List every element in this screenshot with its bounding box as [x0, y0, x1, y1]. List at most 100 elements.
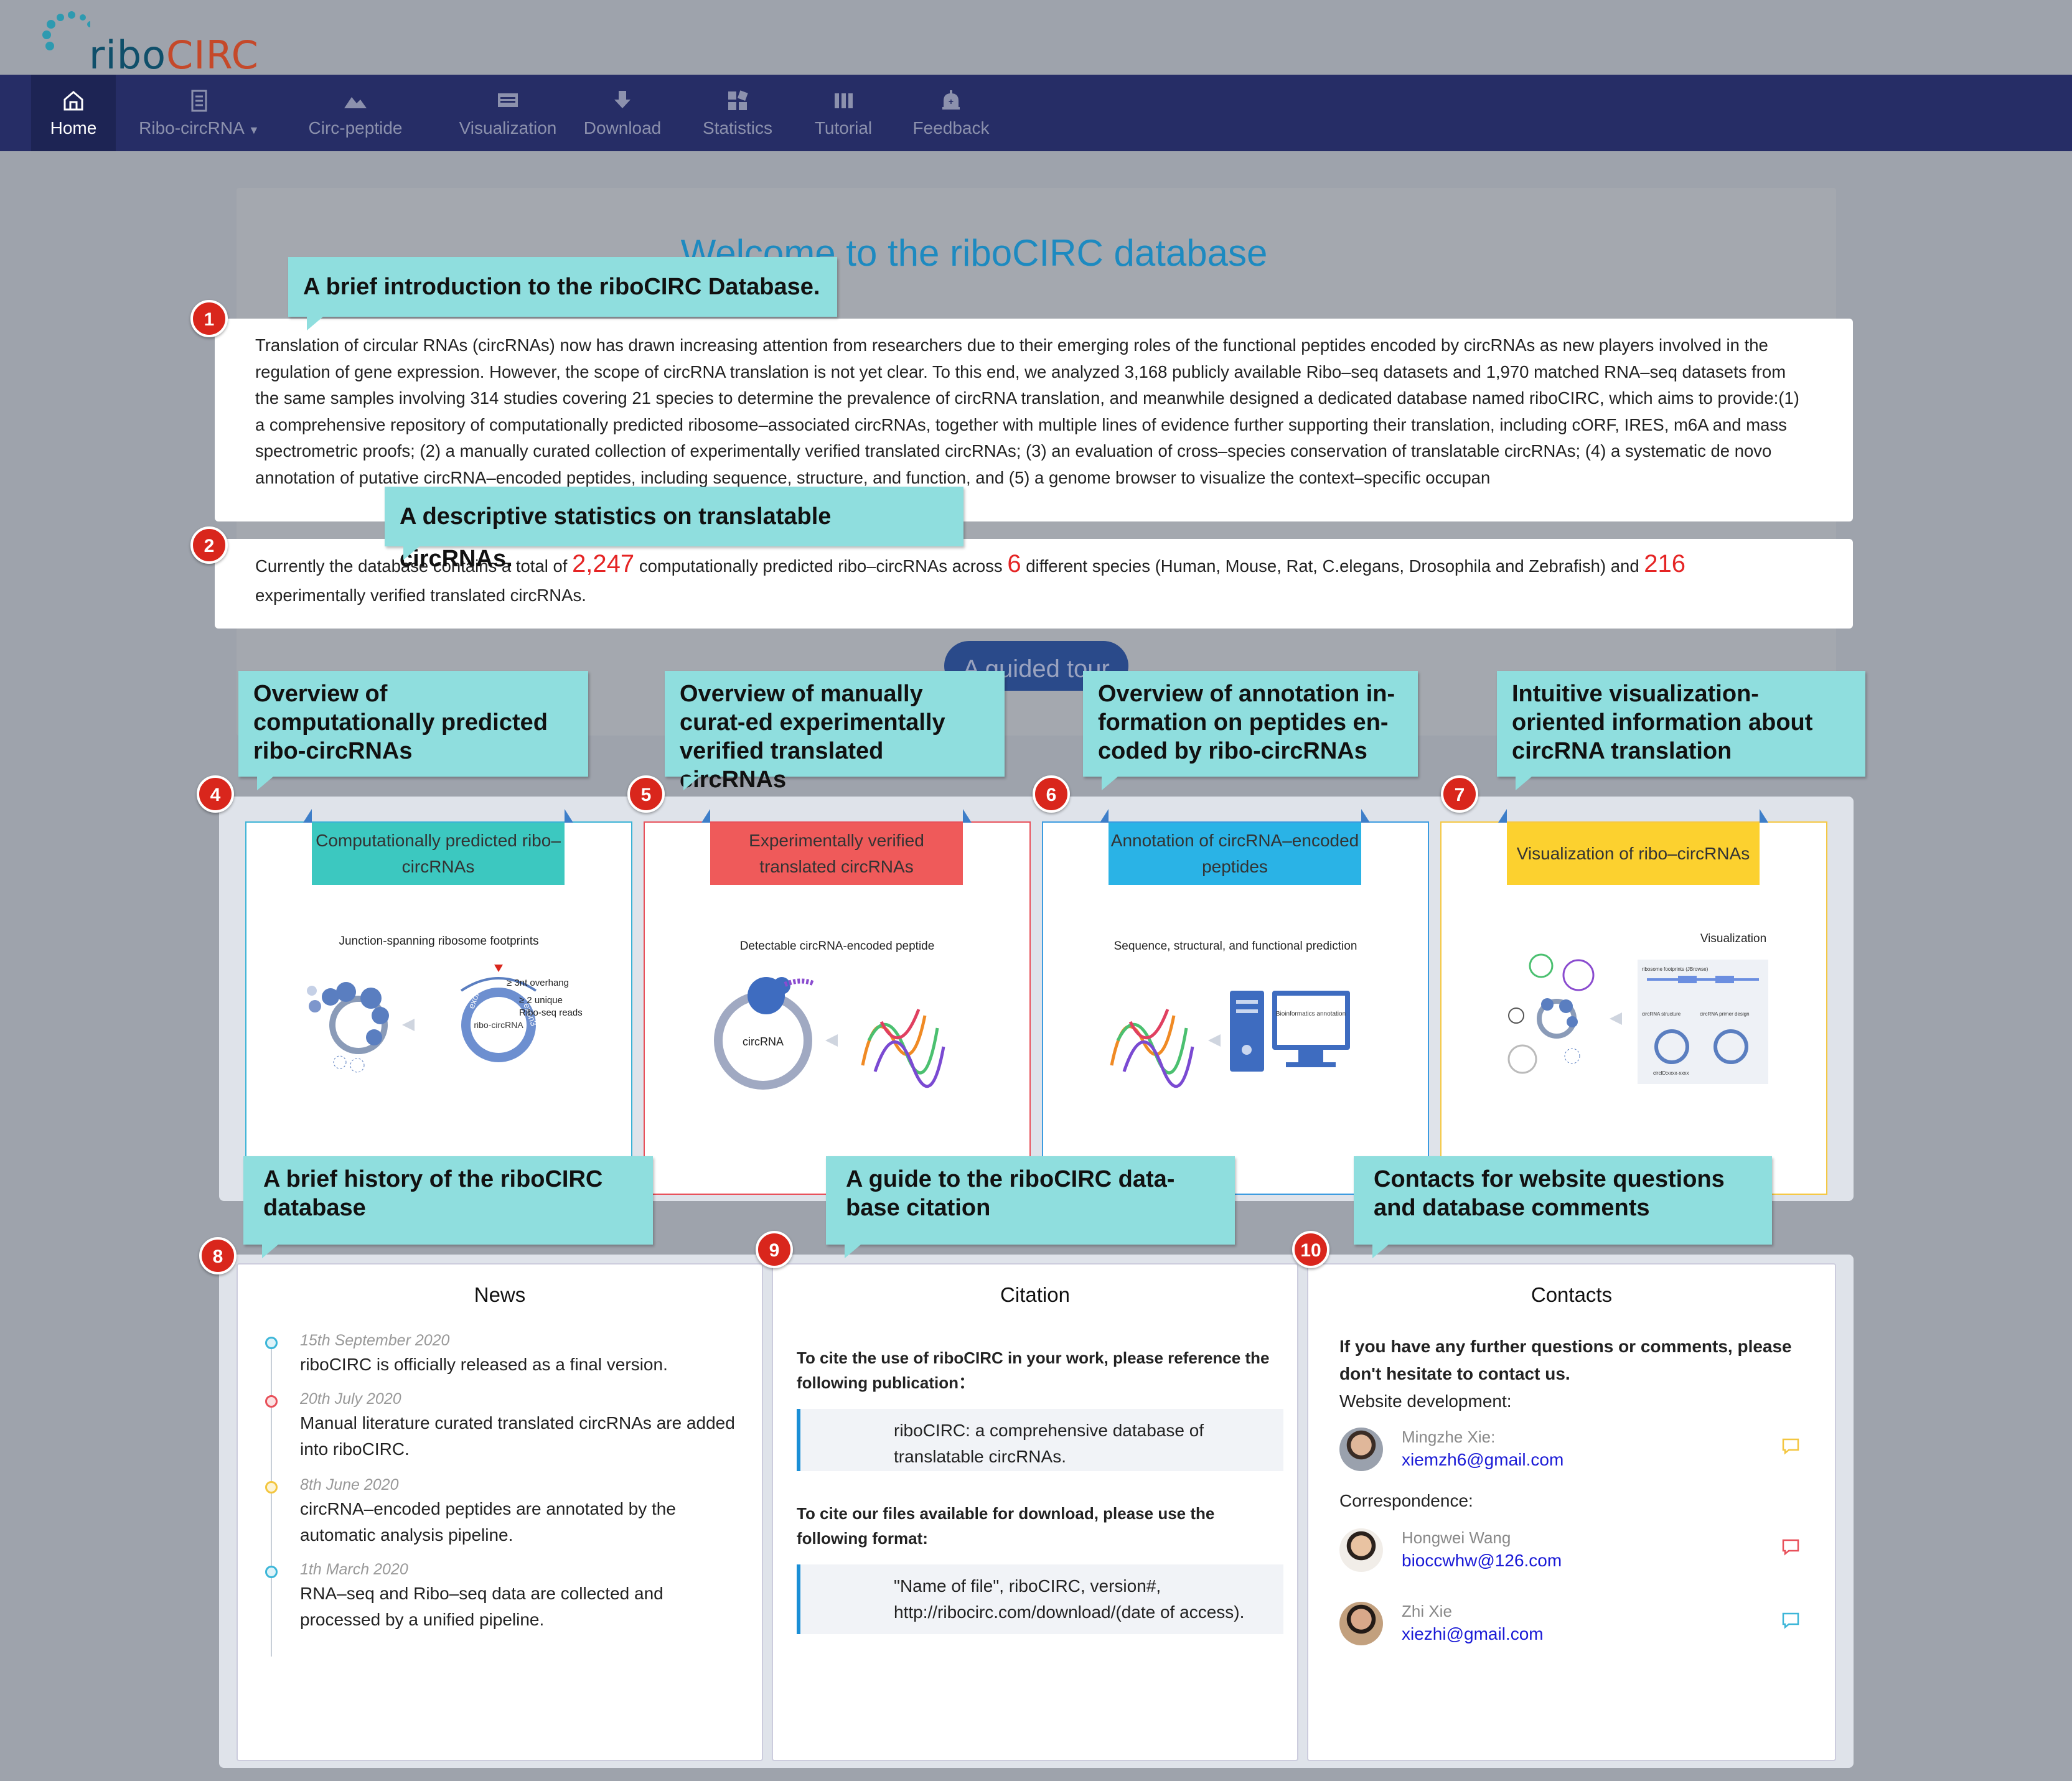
document-icon — [191, 90, 207, 111]
nav-feedback-label: Feedback — [912, 118, 990, 138]
news-text-4: RNA–seq and Ribo–seq data are collected … — [300, 1584, 663, 1629]
card-verified-title: Experimentally verified translated circR… — [701, 809, 972, 885]
contact-name-1: Mingzhe Xie: — [1402, 1428, 1496, 1446]
contacts-dev-label: Website development: — [1339, 1391, 1512, 1411]
nav-download[interactable]: Download — [579, 75, 666, 151]
card-verified-caption: Detectable circRNA-encoded peptide — [739, 940, 935, 953]
stats-count-species: 6 — [1007, 550, 1021, 577]
news-date-4: 1th March 2020 — [300, 1561, 408, 1578]
download-icon — [614, 90, 631, 108]
callout-stats: A descriptive statistics on translatable… — [385, 487, 963, 572]
news-text-3: circRNA–encoded peptides are annotated b… — [300, 1499, 676, 1545]
monitor-icon — [498, 93, 518, 107]
stats-mid2: different species (Human, Mouse, Rat, C.… — [1026, 556, 1639, 576]
avatar — [1339, 1428, 1383, 1471]
nav-tutorial-label: Tutorial — [814, 118, 873, 138]
logo-dots-icon — [42, 11, 90, 50]
contact-name-2: Hongwei Wang — [1402, 1528, 1511, 1547]
news-date-1: 15th September 2020 — [300, 1332, 450, 1349]
stats-count-verified: 216 — [1644, 550, 1686, 577]
logo-text-ribo: ribo — [89, 32, 167, 78]
step-badge-8: 8 — [199, 1237, 237, 1274]
card-predicted-inner: ribo-circRNA — [474, 1020, 523, 1030]
nav-feedback[interactable]: + Feedback — [902, 75, 1000, 151]
bell-icon: + — [942, 90, 960, 110]
contact-email-2[interactable]: bioccwhw@126.com — [1402, 1551, 1562, 1571]
main-navbar: Home Ribo-circRNA ▼ Circ-peptide Visuali… — [0, 75, 2072, 151]
nav-circ-peptide[interactable]: Circ-peptide — [298, 75, 413, 151]
card-predicted[interactable]: Computationally predicted ribo–circRNAs … — [245, 809, 632, 1195]
home-icon — [63, 90, 83, 110]
peptide-illustration: circRNA — [714, 977, 945, 1090]
bioinformatics-illustration: Bioinformatics annotation — [1110, 991, 1350, 1088]
news-text-1: riboCIRC is officially released as a fin… — [300, 1355, 668, 1374]
nav-home-label: Home — [50, 118, 97, 138]
news-panel: News 15th September 2020 riboCIRC is off… — [237, 1263, 763, 1761]
step-badge-10: 10 — [1292, 1231, 1329, 1268]
news-text-2: Manual literature curated translated cir… — [300, 1413, 735, 1459]
contacts-intro: If you have any further questions or com… — [1339, 1337, 1792, 1383]
nav-circ-peptide-label: Circ-peptide — [308, 118, 403, 138]
card-visualization-caption: Visualization — [1700, 932, 1767, 945]
nav-ribo-circrna[interactable]: Ribo-circRNA ▼ — [131, 75, 268, 151]
logo-text-circ: CIRC — [166, 32, 259, 78]
svg-text:+: + — [949, 96, 954, 106]
card-visualization-label-2: circRNA structure — [1642, 1011, 1681, 1017]
contact-email-3[interactable]: xiezhi@gmail.com — [1402, 1624, 1544, 1644]
step-badge-9: 9 — [756, 1231, 793, 1268]
card-visualization[interactable]: Visualization of ribo–circRNAs Visualiza… — [1440, 809, 1827, 1195]
nav-visualization-label: Visualization — [459, 118, 557, 138]
ribocirc-logo[interactable]: riboCIRC — [34, 7, 258, 78]
contacts-panel: Contacts If you have any further questio… — [1307, 1263, 1836, 1761]
news-dot-1 — [265, 1337, 278, 1349]
avatar — [1339, 1602, 1383, 1645]
callout-intro: A brief introduction to the riboCIRC Dat… — [288, 257, 837, 330]
contacts-corr-label: Correspondence: — [1339, 1491, 1473, 1510]
nav-statistics[interactable]: Statistics — [691, 75, 784, 151]
card-visualization-title: Visualization of ribo–circRNAs — [1498, 809, 1768, 885]
callout-predicted: Overview of computationally predicted ri… — [238, 671, 588, 790]
step-badge-5: 5 — [627, 775, 665, 813]
citation-quote-1: riboCIRC: a comprehensive database of tr… — [797, 1409, 1283, 1471]
step-badge-4: 4 — [197, 775, 234, 813]
card-annotation-caption: Sequence, structural, and functional pre… — [1113, 940, 1357, 953]
chevron-down-icon: ▼ — [248, 123, 260, 136]
callout-visualization: Intuitive visualization-oriented informa… — [1497, 671, 1865, 790]
nav-ribo-circrna-label: Ribo-circRNA — [139, 118, 244, 138]
news-dot-3 — [265, 1481, 278, 1494]
nav-home[interactable]: Home — [31, 75, 116, 151]
contact-email-1[interactable]: xiemzh6@gmail.com — [1402, 1450, 1563, 1470]
message-icon[interactable] — [1781, 1437, 1800, 1455]
callout-news: A brief history of the riboCIRC database — [243, 1156, 653, 1258]
news-dot-4 — [265, 1566, 278, 1578]
citation-title: Citation — [1000, 1283, 1070, 1306]
callout-contacts: Contacts for website questions and datab… — [1354, 1156, 1772, 1258]
news-timeline-line — [271, 1339, 272, 1657]
step-badge-2: 2 — [190, 526, 228, 564]
visualization-illustration: ribosome footprints (JBrowse) circRNA st… — [1507, 953, 1768, 1084]
message-icon[interactable] — [1781, 1538, 1800, 1556]
contacts-title: Contacts — [1531, 1283, 1613, 1306]
news-date-2: 20th July 2020 — [300, 1390, 401, 1408]
card-annotation[interactable]: Annotation of circRNA–encoded peptides S… — [1042, 809, 1429, 1195]
card-predicted-note-1: ≥ 3nt overhang — [507, 978, 569, 988]
step-badge-7: 7 — [1441, 775, 1478, 813]
card-predicted-note-2: ≥ 2 unique — [519, 995, 563, 1006]
nav-download-label: Download — [583, 118, 662, 138]
card-visualization-label-4: circID:xxxx-xxxx — [1653, 1070, 1689, 1076]
news-dot-2 — [265, 1395, 278, 1408]
citation-text-2: To cite our files available for download… — [797, 1504, 1215, 1548]
mountain-icon — [344, 96, 367, 108]
card-annotation-title: Annotation of circRNA–encoded peptides — [1100, 809, 1370, 885]
card-verified[interactable]: Experimentally verified translated circR… — [644, 809, 1031, 1195]
citation-quote-2: "Name of file", riboCIRC, version#, http… — [797, 1564, 1283, 1634]
card-predicted-title: Computationally predicted ribo–circRNAs — [303, 809, 573, 885]
bars-icon — [835, 93, 853, 108]
nav-statistics-label: Statistics — [702, 118, 773, 138]
circrna-ribosome-illustration: ribo-circRNA exon2 exon3 ≥ 3nt overhang … — [307, 965, 583, 1073]
message-icon[interactable] — [1781, 1612, 1800, 1629]
step-badge-1: 1 — [190, 300, 228, 337]
news-title: News — [474, 1283, 526, 1306]
nav-tutorial[interactable]: Tutorial — [803, 75, 884, 151]
nav-visualization[interactable]: Visualization — [442, 75, 574, 151]
